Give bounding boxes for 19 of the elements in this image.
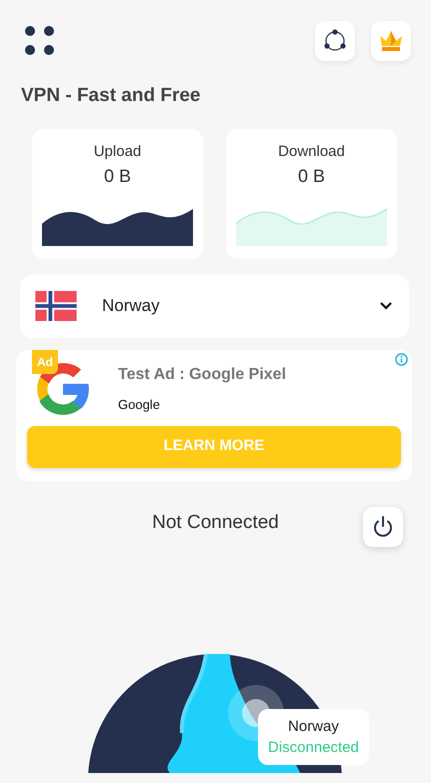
power-button[interactable]	[363, 506, 403, 546]
menu-icon[interactable]	[24, 25, 56, 57]
stat-value: 0 B	[296, 165, 326, 188]
ad-badge: Ad	[32, 350, 58, 374]
tooltip-status: Disconnected	[268, 738, 359, 758]
app-title: VPN - Fast and Free	[21, 84, 202, 108]
stat-value: 0 B	[102, 165, 132, 188]
norway-flag-icon	[34, 291, 78, 321]
connection-status: Not Connected	[152, 510, 279, 534]
ad-advertiser: Google	[118, 396, 161, 414]
ad-headline: Test Ad : Google Pixel	[118, 364, 286, 385]
share-button[interactable]	[315, 21, 355, 61]
tooltip-country: Norway	[287, 717, 340, 737]
stat-label: Upload	[92, 142, 142, 162]
chevron-down-icon	[379, 301, 393, 311]
crown-icon	[379, 30, 403, 52]
stat-label: Download	[277, 142, 346, 162]
country-selector[interactable]: Norway	[20, 274, 409, 338]
power-icon	[371, 514, 395, 538]
